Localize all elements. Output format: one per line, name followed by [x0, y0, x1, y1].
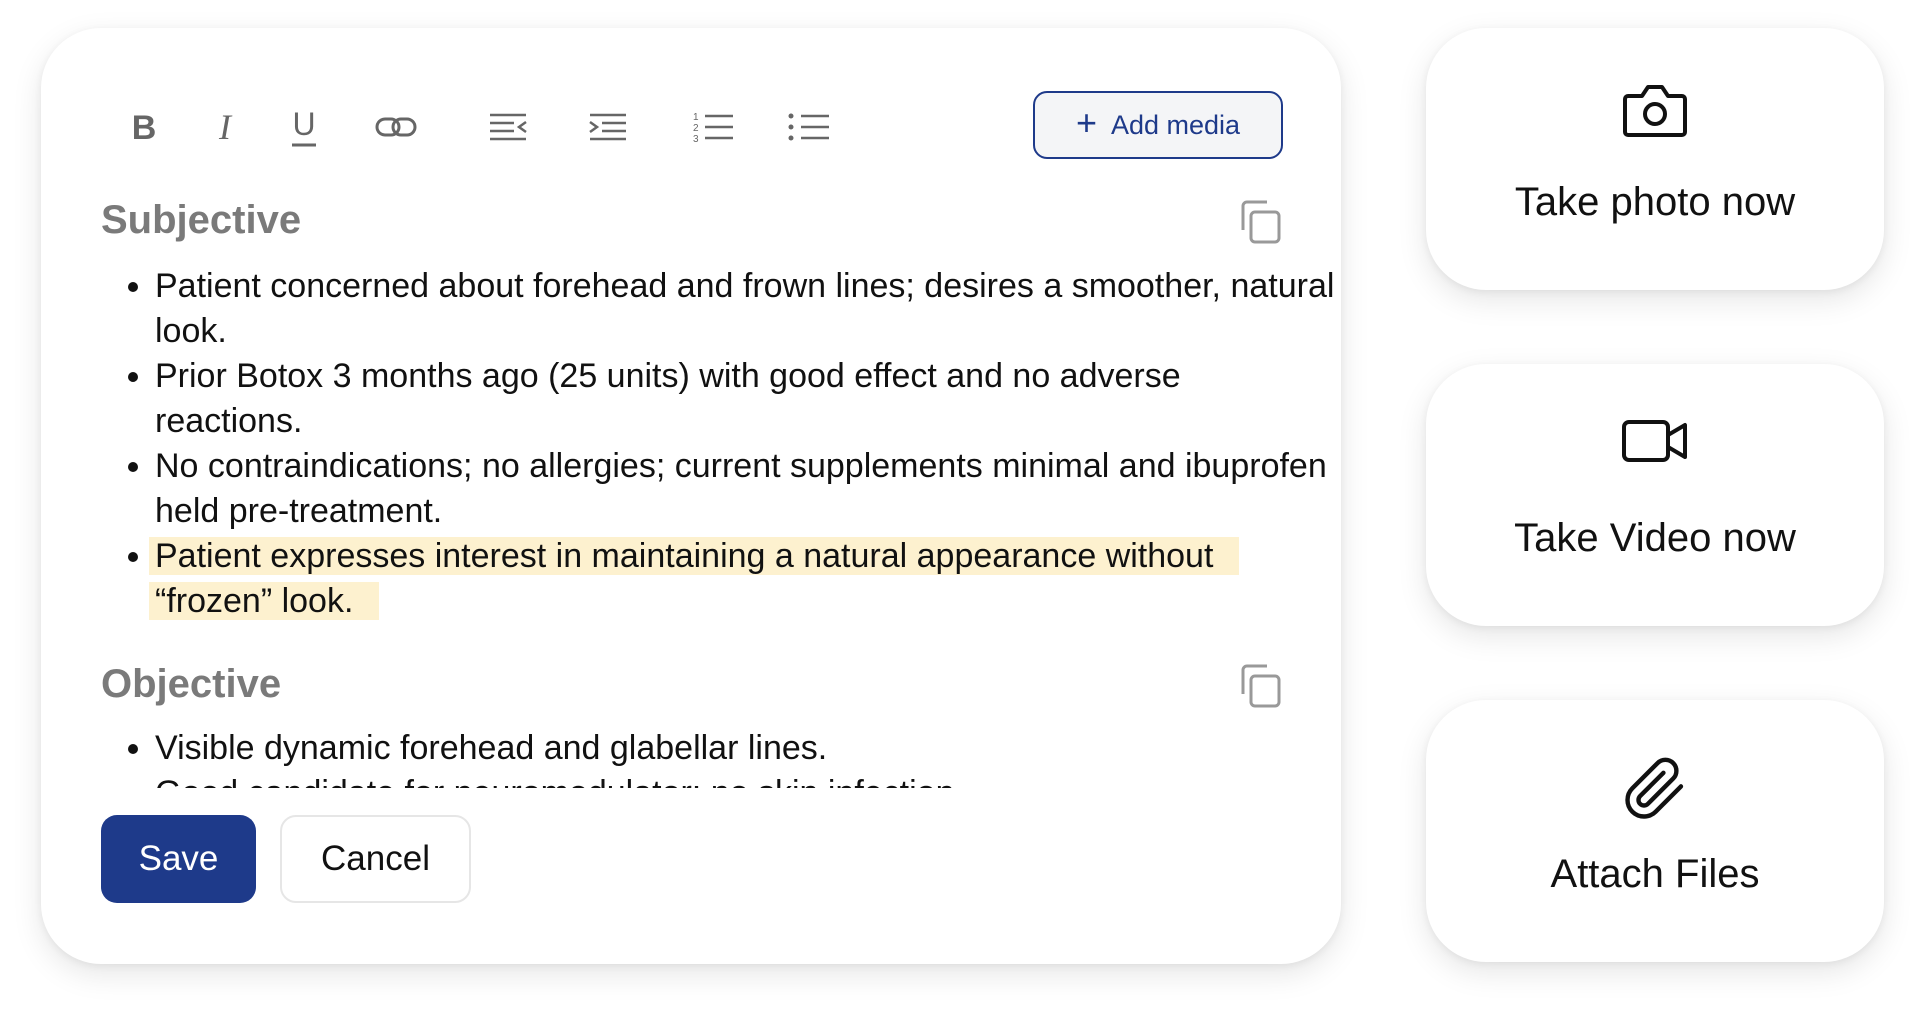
list-item: Prior Botox 3 months ago (25 units) with…: [155, 354, 1335, 444]
bold-icon: B: [132, 109, 157, 147]
subjective-heading: Subjective: [101, 198, 302, 242]
objective-scroll-area[interactable]: Visible dynamic forehead and glabellar l…: [101, 726, 1281, 788]
video-camera-icon: [1622, 420, 1687, 462]
bold-button[interactable]: B: [124, 102, 164, 152]
take-video-label: Take Video now: [1514, 516, 1796, 560]
outdent-button[interactable]: [486, 102, 530, 152]
bulleted-list-icon: [788, 113, 829, 141]
copy-subjective-button[interactable]: [1235, 198, 1283, 246]
copy-objective-button[interactable]: [1235, 662, 1283, 710]
svg-text:1: 1: [693, 112, 699, 123]
indent-button[interactable]: [586, 102, 630, 152]
objective-heading: Objective: [101, 662, 282, 706]
camera-icon: [1623, 85, 1687, 137]
add-media-label: Add media: [1110, 109, 1241, 140]
indent-icon: [589, 113, 626, 141]
copy-icon: [1241, 200, 1281, 244]
link-button[interactable]: [372, 102, 420, 152]
svg-text:U: U: [292, 106, 315, 142]
svg-text:3: 3: [693, 134, 699, 144]
link-icon: [375, 117, 417, 137]
outdent-icon: [490, 113, 527, 141]
list-item: Good candidate for neuromodulator; no sk…: [155, 771, 1281, 788]
list-item: No contraindications; no allergies; curr…: [155, 444, 1335, 534]
svg-text:2: 2: [693, 123, 699, 134]
paperclip-icon: [1625, 757, 1684, 819]
italic-button[interactable]: I: [205, 102, 245, 152]
svg-text:B: B: [132, 109, 157, 147]
cancel-button[interactable]: Cancel: [280, 815, 471, 903]
copy-icon: [1241, 664, 1281, 708]
highlighted-text: Patient expresses interest in maintainin…: [149, 537, 1240, 620]
attach-files-card[interactable]: Attach Files: [1426, 700, 1884, 962]
take-photo-card[interactable]: Take photo now: [1426, 28, 1884, 290]
add-media-button[interactable]: + Add media: [1033, 91, 1283, 159]
take-video-card[interactable]: Take Video now: [1426, 364, 1884, 626]
attach-files-label: Attach Files: [1550, 852, 1760, 896]
italic-icon: I: [218, 107, 233, 147]
objective-list: Visible dynamic forehead and glabellar l…: [101, 726, 1281, 788]
plus-icon: +: [1075, 102, 1097, 143]
subjective-list: Patient concerned about forehead and fro…: [101, 264, 1335, 624]
list-item: Visible dynamic forehead and glabellar l…: [155, 726, 1281, 771]
take-photo-label: Take photo now: [1514, 180, 1796, 224]
underline-button[interactable]: U: [284, 102, 324, 152]
numbered-list-icon: 1 2 3: [693, 112, 733, 144]
list-item: Patient concerned about forehead and fro…: [155, 264, 1335, 354]
numbered-list-button[interactable]: 1 2 3: [690, 102, 736, 152]
underline-icon: U: [292, 106, 316, 147]
bulleted-list-button[interactable]: [786, 102, 832, 152]
list-item-highlighted: Patient expresses interest in maintainin…: [149, 534, 1335, 624]
save-button[interactable]: Save: [101, 815, 256, 903]
svg-text:I: I: [218, 107, 233, 147]
